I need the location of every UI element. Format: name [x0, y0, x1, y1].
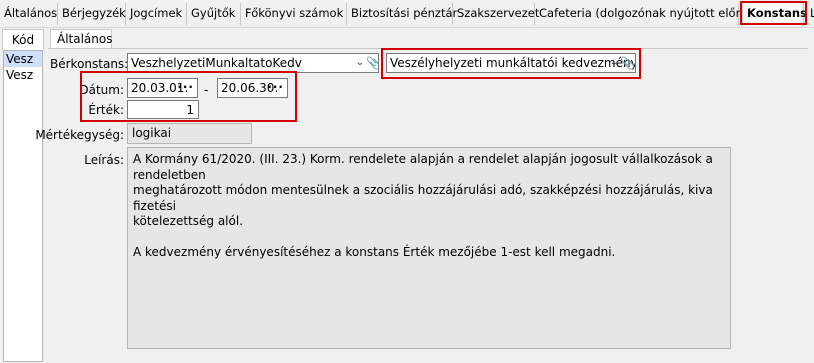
- chevron-down-icon[interactable]: ⌄: [354, 54, 366, 72]
- tab-biztositasi-penztar[interactable]: Biztosítási pénztár: [347, 3, 457, 25]
- berkonstans-label: Bérkonstans:: [50, 57, 129, 71]
- ertek-value: 1: [186, 103, 194, 117]
- tab-jogcimek[interactable]: Jogcímek: [126, 3, 187, 25]
- paperclip-icon[interactable]: 📎: [620, 54, 635, 72]
- paperclip-icon[interactable]: 📎: [366, 54, 378, 72]
- tab-szakszervezet[interactable]: Szakszervezet: [453, 3, 539, 25]
- ertek-label: Érték:: [88, 103, 124, 117]
- tab-cafeteria[interactable]: Cafeteria (dolgozónak nyújtott előny): [535, 3, 754, 25]
- list-item[interactable]: Vesz: [4, 51, 42, 67]
- code-list-panel: Kód Vesz Vesz: [0, 27, 46, 362]
- date-separator: -: [204, 83, 209, 97]
- date-from-field[interactable]: 20.03.01. ···: [127, 78, 198, 98]
- mertekegyseg-field: logikai: [127, 123, 252, 144]
- code-list[interactable]: Vesz Vesz: [3, 50, 43, 362]
- leiras-value: A Kormány 61/2020. (III. 23.) Korm. rend…: [133, 152, 713, 259]
- berkonstans-desc: Veszélyhelyzeti munkáltatói kedvezmény: [390, 56, 636, 70]
- tab-kod[interactable]: Kód: [2, 29, 44, 50]
- mertekegyseg-label: Mértékegység:: [35, 128, 124, 142]
- tab-berjegyzek[interactable]: Bérjegyzék: [58, 3, 126, 25]
- berkonstans-value: VeszhelyzetiMunkaltatoKedv: [131, 56, 302, 70]
- tab-konstans[interactable]: Konstans: [742, 2, 807, 26]
- tab-overflow[interactable]: L: [806, 3, 814, 25]
- ellipsis-icon[interactable]: ···: [177, 79, 194, 95]
- leiras-textarea[interactable]: A Kormány 61/2020. (III. 23.) Korm. rend…: [127, 147, 731, 349]
- panel-scroll-edge: [808, 48, 814, 362]
- top-tab-strip: Általános Bérjegyzék Jogcímek Gyűjtők Fő…: [0, 0, 814, 28]
- tab-fokonyvi-szamok[interactable]: Főkönyvi számok: [241, 3, 347, 25]
- datum-label: Dátum:: [79, 83, 124, 97]
- date-to-field[interactable]: 20.06.30. ···: [217, 78, 288, 98]
- chevron-down-icon[interactable]: ⌄: [608, 54, 620, 72]
- berkonstans-select[interactable]: VeszhelyzetiMunkaltatoKedv ⌄ 📎: [127, 53, 379, 73]
- tab-gyujtok[interactable]: Gyűjtők: [187, 3, 241, 25]
- mertekegyseg-value: logikai: [132, 126, 172, 140]
- leiras-label: Leírás:: [84, 153, 124, 167]
- ellipsis-icon[interactable]: ···: [267, 79, 284, 95]
- berkonstans-desc-select[interactable]: Veszélyhelyzeti munkáltatói kedvezmény ⌄…: [386, 53, 636, 73]
- tab-altalanos[interactable]: Általános: [0, 3, 58, 25]
- ertek-input[interactable]: 1: [127, 100, 199, 119]
- list-item[interactable]: Vesz: [4, 67, 42, 83]
- tab-altalanos-inner[interactable]: Általános: [50, 29, 113, 49]
